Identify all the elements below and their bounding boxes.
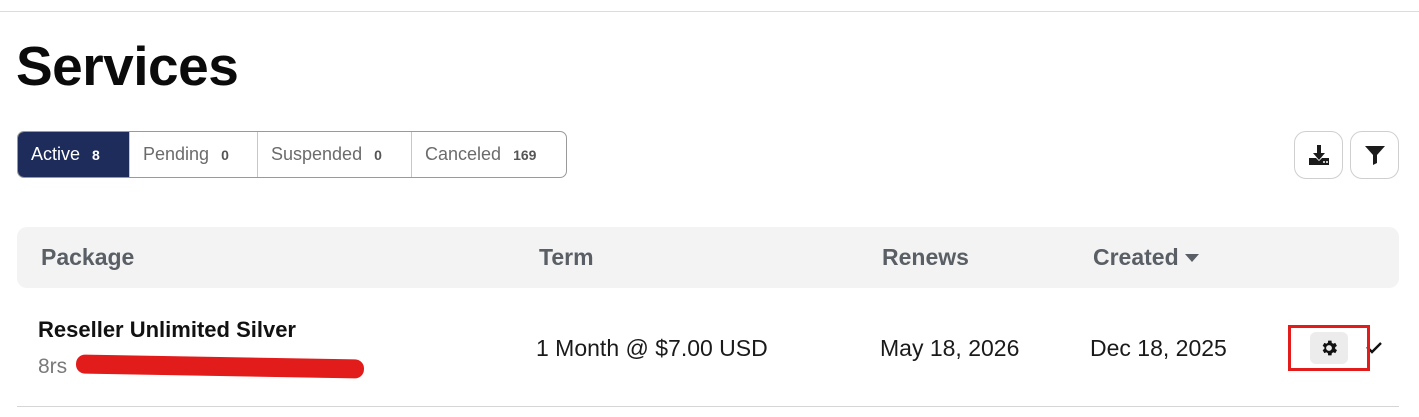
term-cell: 1 Month @ $7.00 USD <box>536 335 768 361</box>
tab-active-count: 8 <box>92 146 100 163</box>
tab-suspended-label: Suspended <box>271 144 363 164</box>
tab-active[interactable]: Active 8 <box>18 132 129 177</box>
column-header-renews[interactable]: Renews <box>882 244 969 271</box>
package-domain: 8rs <box>38 355 68 378</box>
tab-pending-label: Pending <box>143 144 210 164</box>
tab-suspended-count: 0 <box>374 146 382 163</box>
page-title: Services <box>16 35 239 97</box>
created-cell: Dec 18, 2025 <box>1090 335 1227 361</box>
column-header-term[interactable]: Term <box>539 244 594 271</box>
annotation-highlight-box <box>1288 325 1370 371</box>
filter-button[interactable] <box>1350 131 1399 179</box>
tab-canceled-label: Canceled <box>425 144 502 164</box>
filter-icon <box>1364 146 1385 165</box>
column-header-package[interactable]: Package <box>41 244 134 271</box>
row-divider <box>17 406 1399 407</box>
table-header: Package Term Renews Created <box>17 227 1399 288</box>
download-icon <box>1308 145 1329 165</box>
tab-active-label: Active <box>31 144 81 164</box>
status-filter-tabs: Active 8 Pending 0 Suspended 0 Canceled … <box>17 131 567 178</box>
tab-suspended[interactable]: Suspended 0 <box>257 132 411 177</box>
download-button[interactable] <box>1294 131 1343 179</box>
sort-descending-icon <box>1184 253 1199 262</box>
column-header-created-label: Created <box>1093 244 1179 270</box>
package-name[interactable]: Reseller Unlimited Silver <box>38 317 296 343</box>
tab-canceled[interactable]: Canceled 169 <box>411 132 566 177</box>
column-header-created[interactable]: Created <box>1093 244 1199 271</box>
tab-pending-count: 0 <box>221 146 229 163</box>
redaction-mark <box>75 354 365 379</box>
tab-canceled-count: 169 <box>513 146 537 163</box>
tab-pending[interactable]: Pending 0 <box>129 132 257 177</box>
top-divider <box>0 11 1419 12</box>
renews-cell: May 18, 2026 <box>880 335 1020 361</box>
